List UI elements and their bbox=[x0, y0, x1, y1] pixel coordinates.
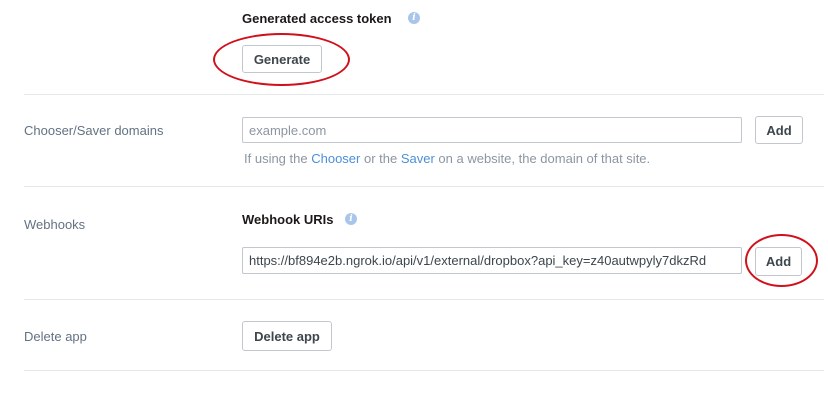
annotation-circle bbox=[745, 234, 818, 287]
webhook-uri-value: https://bf894e2b.ngrok.io/api/v1/externa… bbox=[249, 253, 707, 268]
hint-text: If using the bbox=[244, 151, 312, 166]
domain-hint: If using the Chooser or the Saver on a w… bbox=[244, 151, 650, 166]
info-icon[interactable]: i bbox=[345, 213, 357, 225]
row-divider bbox=[24, 299, 824, 300]
webhook-uris-heading: Webhook URIs bbox=[242, 212, 334, 227]
row-divider bbox=[24, 94, 824, 95]
hint-text: or the bbox=[360, 151, 401, 166]
saver-link[interactable]: Saver bbox=[401, 151, 435, 166]
row-divider bbox=[24, 186, 824, 187]
delete-app-label: Delete app bbox=[24, 329, 87, 344]
hint-text: on a website, the domain of that site. bbox=[434, 151, 651, 166]
add-domain-button[interactable]: Add bbox=[755, 116, 803, 144]
chooser-link[interactable]: Chooser bbox=[311, 151, 360, 166]
access-token-heading: Generated access token bbox=[242, 11, 392, 26]
webhooks-label: Webhooks bbox=[24, 217, 86, 232]
annotation-circle bbox=[213, 33, 350, 86]
domain-input-placeholder: example.com bbox=[249, 122, 327, 138]
webhook-uri-input[interactable]: https://bf894e2b.ngrok.io/api/v1/externa… bbox=[242, 247, 742, 274]
domain-input[interactable]: example.com bbox=[242, 117, 742, 143]
delete-app-button[interactable]: Delete app bbox=[242, 321, 332, 351]
chooser-saver-label: Chooser/Saver domains bbox=[24, 123, 164, 138]
info-icon[interactable]: i bbox=[408, 12, 420, 24]
row-divider bbox=[24, 370, 824, 371]
